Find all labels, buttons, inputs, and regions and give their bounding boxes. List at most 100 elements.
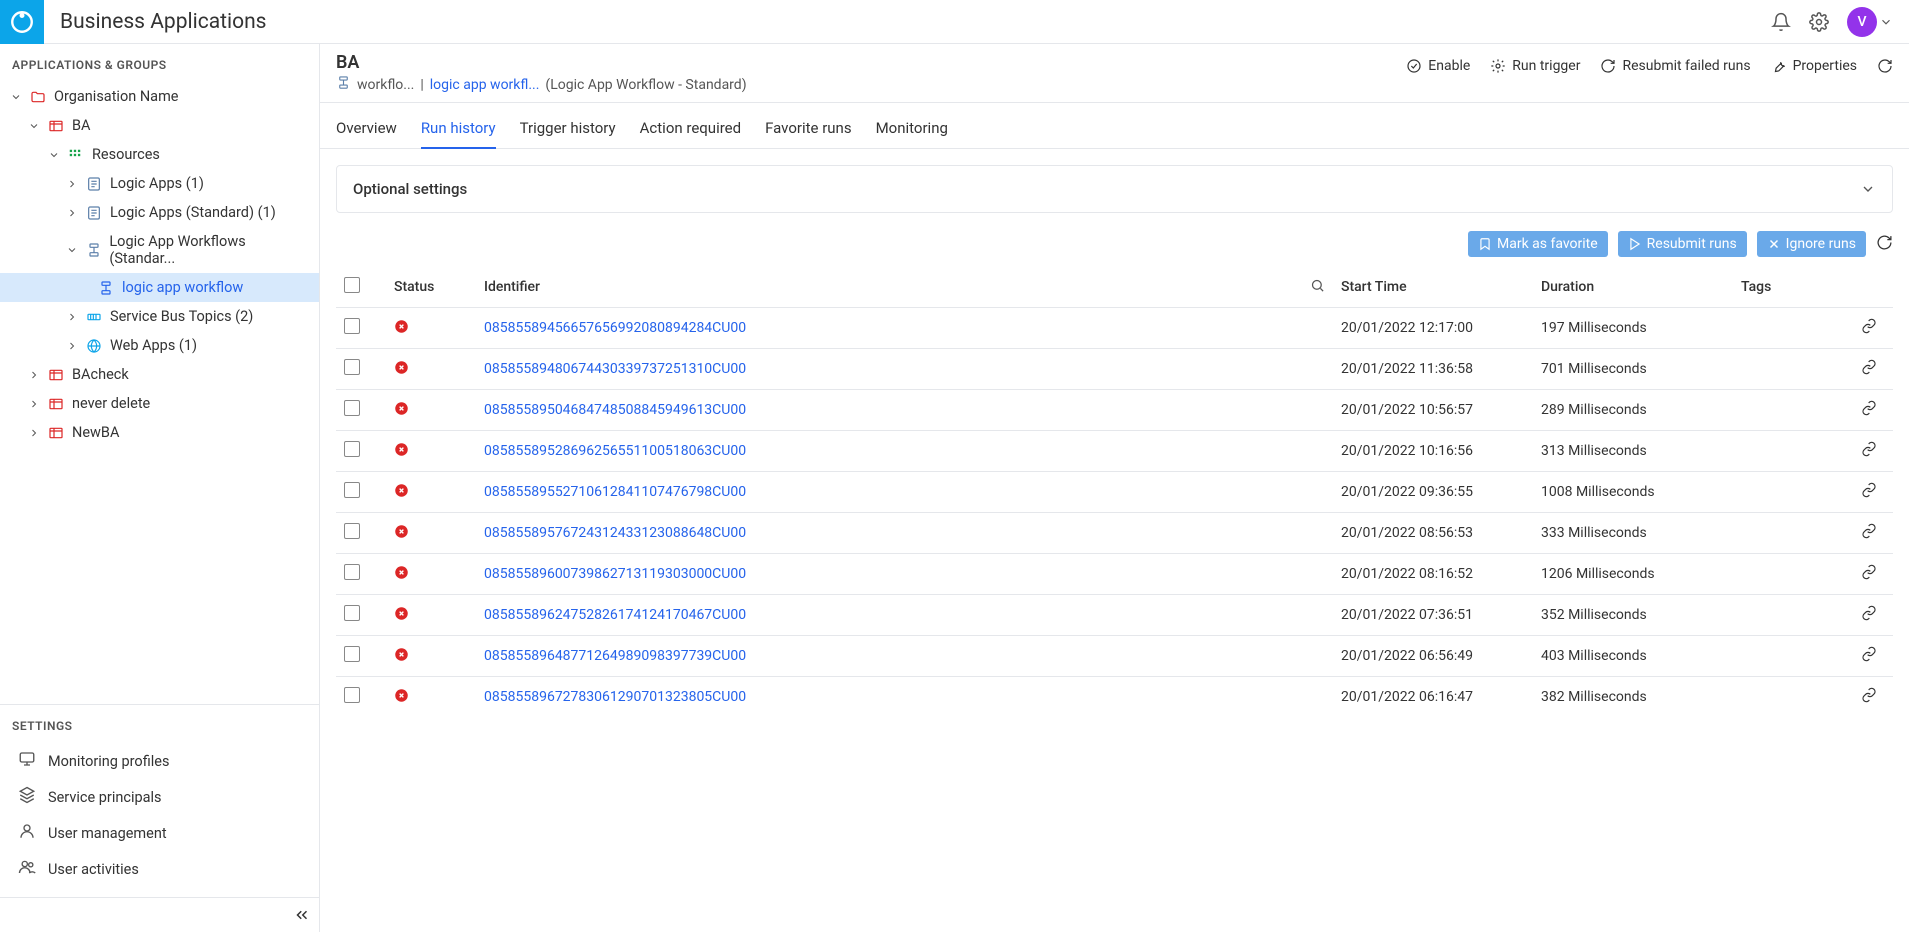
run-identifier-link[interactable]: 08585589600739862713119303000CU00	[484, 566, 746, 582]
link-icon[interactable]	[1861, 691, 1877, 707]
notifications-icon[interactable]	[1771, 12, 1791, 32]
tab-favorite-runs[interactable]: Favorite runs	[765, 113, 852, 148]
tree-bacheck[interactable]: BAcheck	[0, 360, 319, 389]
row-checkbox[interactable]	[344, 400, 360, 416]
tree-org[interactable]: Organisation Name	[0, 82, 319, 111]
col-identifier: Identifier	[476, 267, 1302, 308]
button-label: Mark as favorite	[1497, 236, 1598, 252]
folder-icon	[30, 89, 48, 105]
settings-users[interactable]: User management	[0, 815, 319, 851]
select-all-checkbox[interactable]	[344, 277, 360, 293]
tab-trigger-history[interactable]: Trigger history	[520, 113, 616, 148]
chevron-down-icon	[28, 120, 42, 132]
settings-icon[interactable]	[1809, 12, 1829, 32]
run-identifier-link[interactable]: 08585589624752826174124170467CU00	[484, 607, 746, 623]
run-identifier-link[interactable]: 08585589576724312433123088648CU00	[484, 525, 746, 541]
tree-logic-apps-std[interactable]: Logic Apps (Standard) (1)	[0, 198, 319, 227]
properties-button[interactable]: Properties	[1771, 58, 1857, 74]
link-icon[interactable]	[1861, 609, 1877, 625]
logic-app-icon	[86, 176, 104, 192]
tab-action-required[interactable]: Action required	[640, 113, 741, 148]
tabs: Overview Run history Trigger history Act…	[320, 103, 1909, 149]
tree-label: Organisation Name	[54, 88, 178, 105]
run-identifier-link[interactable]: 08585589456657656992080894284CU00	[484, 320, 746, 336]
collapse-sidebar[interactable]	[0, 897, 319, 932]
refresh-page-button[interactable]	[1877, 58, 1893, 74]
link-icon[interactable]	[1861, 527, 1877, 543]
row-checkbox[interactable]	[344, 564, 360, 580]
mark-favorite-button[interactable]: Mark as favorite	[1468, 231, 1608, 257]
status-failed-icon	[394, 524, 409, 539]
tree-logic-app-workflow-item[interactable]: logic app workflow	[0, 273, 319, 302]
tree-logic-app-workflows[interactable]: Logic App Workflows (Standar...	[0, 227, 319, 273]
run-identifier-link[interactable]: 08585589648771264989098397739CU00	[484, 648, 746, 664]
enable-button[interactable]: Enable	[1406, 58, 1470, 74]
link-icon[interactable]	[1861, 568, 1877, 584]
settings-label: Monitoring profiles	[48, 753, 169, 770]
key-icon	[18, 786, 36, 808]
run-identifier-link[interactable]: 08585589552710612841107476798CU00	[484, 484, 746, 500]
tree-web-apps[interactable]: Web Apps (1)	[0, 331, 319, 360]
tree-ba[interactable]: BA	[0, 111, 319, 140]
row-checkbox[interactable]	[344, 687, 360, 703]
settings-monitoring[interactable]: Monitoring profiles	[0, 743, 319, 779]
run-start-time: 20/01/2022 06:56:49	[1333, 636, 1533, 677]
app-logo[interactable]	[0, 0, 44, 44]
run-identifier-link[interactable]: 08585589528696256551100518063CU00	[484, 443, 746, 459]
link-icon[interactable]	[1861, 650, 1877, 666]
chevron-right-icon	[66, 340, 80, 352]
ignore-runs-button[interactable]: Ignore runs	[1757, 231, 1866, 257]
row-checkbox[interactable]	[344, 523, 360, 539]
run-start-time: 20/01/2022 06:16:47	[1333, 677, 1533, 718]
run-identifier-link[interactable]: 08585589504684748508845949613CU00	[484, 402, 746, 418]
row-checkbox[interactable]	[344, 482, 360, 498]
tab-overview[interactable]: Overview	[336, 113, 397, 148]
run-trigger-button[interactable]: Run trigger	[1490, 58, 1580, 74]
settings-activities[interactable]: User activities	[0, 851, 319, 887]
link-icon[interactable]	[1861, 363, 1877, 379]
row-checkbox[interactable]	[344, 359, 360, 375]
search-icon[interactable]	[1310, 281, 1325, 297]
table-row: 08585589480674430339737251310CU0020/01/2…	[336, 349, 1893, 390]
user-menu[interactable]: V	[1847, 7, 1893, 37]
optional-settings-panel[interactable]: Optional settings	[336, 165, 1893, 213]
settings-principals[interactable]: Service principals	[0, 779, 319, 815]
resubmit-failed-button[interactable]: Resubmit failed runs	[1600, 58, 1750, 74]
link-icon[interactable]	[1861, 404, 1877, 420]
resubmit-runs-button[interactable]: Resubmit runs	[1618, 231, 1747, 257]
tree-logic-apps[interactable]: Logic Apps (1)	[0, 169, 319, 198]
col-tags: Tags	[1733, 267, 1853, 308]
user-icon	[18, 822, 36, 844]
tree-label: Logic App Workflows (Standar...	[109, 233, 311, 267]
link-icon[interactable]	[1861, 445, 1877, 461]
tab-run-history[interactable]: Run history	[421, 113, 496, 149]
col-duration: Duration	[1533, 267, 1733, 308]
run-identifier-link[interactable]: 08585589672783061290701323805CU00	[484, 689, 746, 705]
run-identifier-link[interactable]: 08585589480674430339737251310CU00	[484, 361, 746, 377]
grid-icon	[68, 148, 86, 162]
bc-current-link[interactable]: logic app workfl...	[430, 77, 540, 93]
tab-monitoring[interactable]: Monitoring	[876, 113, 948, 148]
link-icon[interactable]	[1861, 486, 1877, 502]
button-label: Ignore runs	[1786, 236, 1856, 252]
tree-resources[interactable]: Resources	[0, 140, 319, 169]
tree-label: NewBA	[72, 424, 119, 441]
tree-newba[interactable]: NewBA	[0, 418, 319, 447]
row-checkbox[interactable]	[344, 441, 360, 457]
chevron-down-icon	[48, 149, 62, 161]
status-failed-icon	[394, 483, 409, 498]
link-icon[interactable]	[1861, 322, 1877, 338]
run-duration: 333 Milliseconds	[1533, 513, 1733, 554]
row-checkbox[interactable]	[344, 318, 360, 334]
col-status: Status	[386, 267, 476, 308]
refresh-table-button[interactable]	[1876, 234, 1893, 255]
status-failed-icon	[394, 360, 409, 375]
row-checkbox[interactable]	[344, 646, 360, 662]
col-start-time: Start Time	[1333, 267, 1533, 308]
tree-never-delete[interactable]: never delete	[0, 389, 319, 418]
status-failed-icon	[394, 442, 409, 457]
row-checkbox[interactable]	[344, 605, 360, 621]
tree-service-bus[interactable]: Service Bus Topics (2)	[0, 302, 319, 331]
bc-type: (Logic App Workflow - Standard)	[545, 77, 746, 93]
bc-parent[interactable]: workflo...	[357, 77, 414, 93]
